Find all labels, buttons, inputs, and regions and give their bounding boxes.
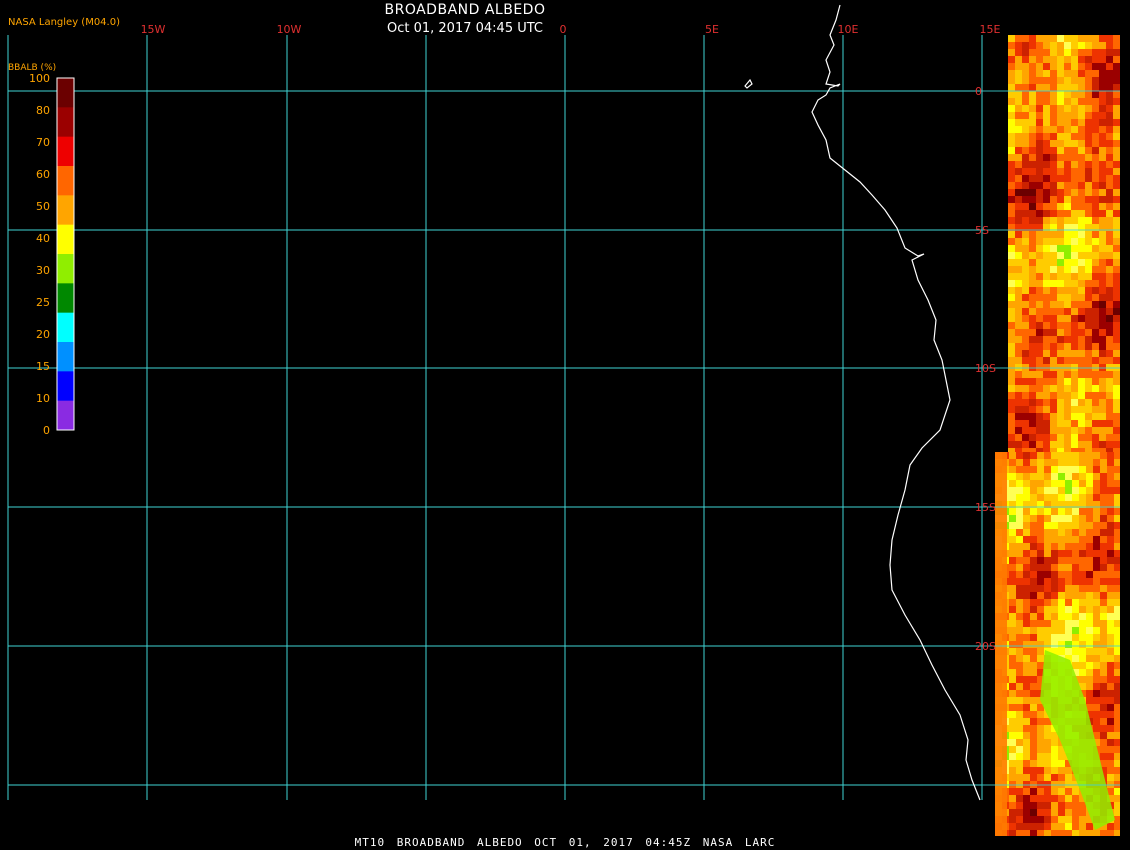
legend-swatch [57,224,74,255]
legend-level-label: 0 [43,424,50,437]
footer-caption: MT10 BROADBAND ALBEDO OCT 01, 2017 04:45… [354,836,776,849]
legend-level-label: 30 [36,264,50,277]
africa-coastline [811,4,981,801]
albedo-color-legend: 100807060504030252015100 [29,72,75,437]
legend-swatch [57,342,74,372]
legend-swatch [57,136,74,167]
longitude-label: 15W [141,23,166,36]
latitude-label: 15S [975,501,996,514]
legend-title: BBALB (%) [8,63,57,73]
legend-level-label: 50 [36,200,50,213]
legend-level-label: 100 [29,72,50,85]
legend-swatch [57,78,74,108]
legend-swatch [57,107,74,138]
map-title: BROADBAND ALBEDO [384,2,546,18]
legend-swatch [57,312,74,343]
latitude-label: 5S [975,224,989,237]
longitude-label: 10W [277,23,302,36]
swath-edge-strip [995,452,1007,836]
legend-level-label: 70 [36,136,50,149]
legend-level-label: 20 [36,328,50,341]
map-timestamp: Oct 01, 2017 04:45 UTC [387,21,543,36]
grid-labels: 15W 10W 0 5E 10E 15E05S10S15S20S [141,23,1001,653]
island-outline [744,78,753,89]
legend-level-label: 60 [36,168,50,181]
legend-swatch [57,400,74,431]
legend-level-label: 15 [36,360,50,373]
longitude-label: 5E [705,23,719,36]
legend-swatch [57,195,74,226]
legend-level-label: 80 [36,104,50,117]
legend-swatch [57,166,74,196]
latitude-label: 10S [975,362,996,375]
legend-swatch [57,371,74,402]
legend-level-label: 25 [36,296,50,309]
legend-level-label: 10 [36,392,50,405]
longitude-label: 10E [838,23,859,36]
longitude-label: 15E [980,23,1001,36]
satellite-data-swath [995,35,1120,836]
legend-swatch [57,254,74,284]
lat-lon-grid [7,35,983,800]
legend-level-label: 40 [36,232,50,245]
org-label: NASA Langley (M04.0) [8,17,120,28]
latitude-label: 0 [975,85,982,98]
albedo-map: 15W 10W 0 5E 10E 15E 0 5S 10S 15S 20S 100 80 70 60 50 4… [7,4,1120,836]
legend-swatch [57,283,74,314]
latitude-label: 20S [975,640,996,653]
swath-segment [1008,35,1120,455]
